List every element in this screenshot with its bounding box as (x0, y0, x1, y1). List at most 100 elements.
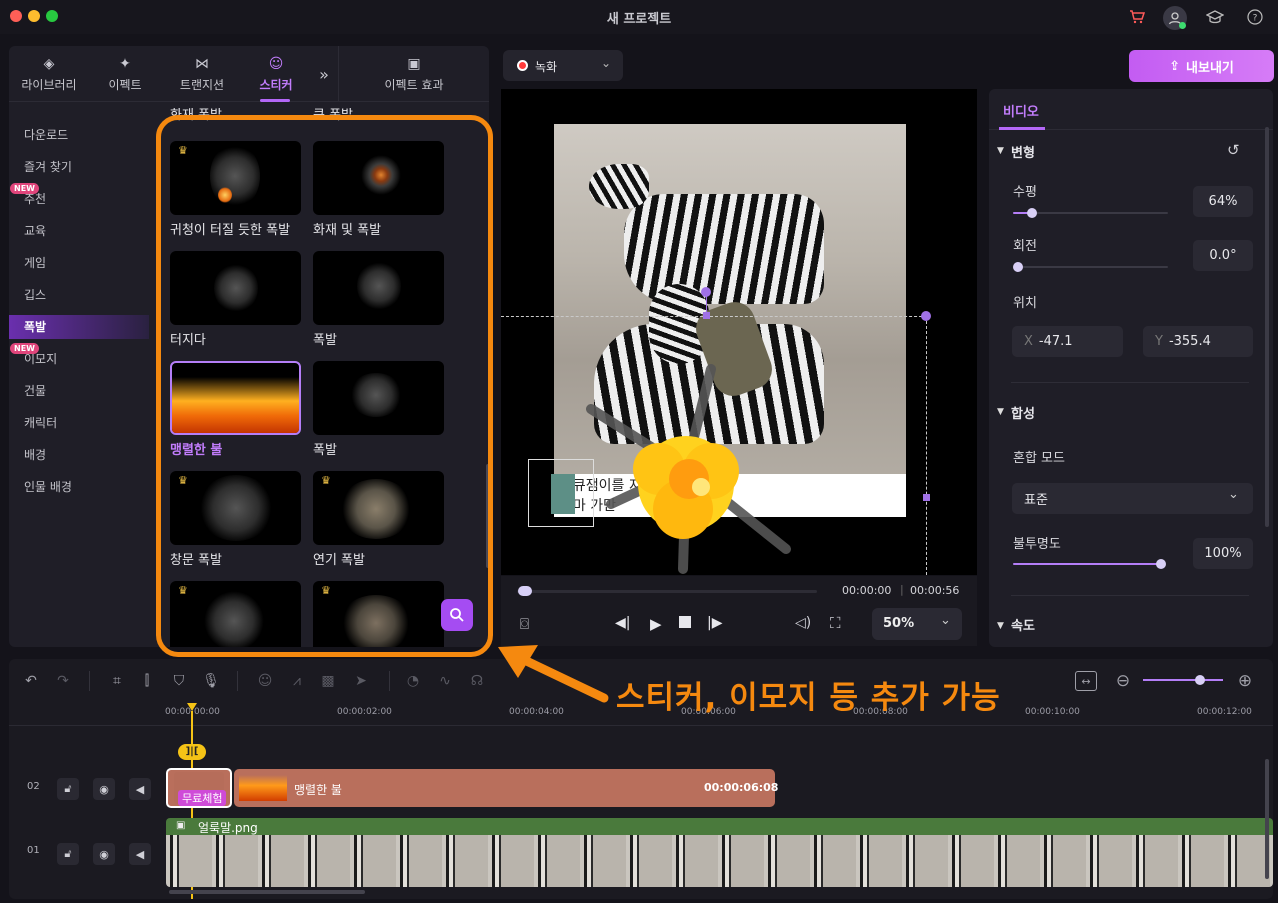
new-badge: NEW (10, 183, 39, 194)
track-number: 02 (27, 781, 40, 792)
category-explosion[interactable]: 폭발 (9, 315, 149, 339)
resize-handle[interactable] (923, 494, 930, 501)
category-favorites[interactable]: 즐겨 찾기 (9, 155, 149, 179)
category-person-background[interactable]: 인물 배경 (9, 475, 149, 499)
speaker-icon[interactable]: ◀ (129, 843, 151, 865)
panel-scrollbar[interactable] (1265, 127, 1269, 527)
collapse-triangle-icon[interactable]: ▼ (997, 407, 1004, 417)
trial-badge: 무료체험 (178, 790, 227, 806)
audio-wave-icon[interactable]: ∿ (435, 671, 455, 691)
property-tabs: 비디오 (989, 89, 1273, 130)
preview-canvas[interactable]: 다큐잼이를 지 말랬지 독마 가만 (501, 89, 977, 575)
speed-icon[interactable]: ◔ (403, 671, 423, 691)
eye-icon[interactable]: ◉ (93, 843, 115, 865)
category-building[interactable]: 건물 (9, 379, 149, 403)
lock-icon[interactable]: 🔓︎ (57, 843, 79, 865)
rotate-slider[interactable] (1013, 262, 1168, 272)
mirror-icon[interactable]: ⩘ (287, 671, 307, 691)
zoom-select[interactable]: 50% ⌄ (872, 608, 962, 640)
help-icon[interactable]: ? (1244, 6, 1266, 28)
sticker-icon: ☺ (268, 55, 284, 72)
tab-transitions[interactable]: ⋈ 트랜지션 (161, 46, 243, 102)
zoom-value: 50% (883, 616, 915, 631)
timeline-zoom-slider[interactable] (1143, 679, 1223, 681)
cart-icon[interactable] (1126, 6, 1148, 28)
zoom-in-icon[interactable]: ⊕ (1235, 671, 1255, 691)
scale-slider[interactable] (1013, 208, 1168, 218)
graduation-cap-icon[interactable] (1204, 6, 1226, 28)
position-x-input[interactable]: X -47.1 (1012, 326, 1123, 357)
speaker-icon[interactable]: ◀ (129, 778, 151, 800)
stop-icon[interactable] (679, 616, 691, 628)
split-icon[interactable]: ⫿ (137, 671, 157, 691)
collapse-triangle-icon[interactable]: ▼ (997, 146, 1004, 156)
position-y-input[interactable]: Y -355.4 (1143, 326, 1253, 357)
category-game[interactable]: 게임 (9, 251, 149, 275)
slider-knob[interactable] (1156, 559, 1166, 569)
zoom-out-icon[interactable]: ⊖ (1113, 671, 1133, 691)
rotate-handle[interactable] (701, 287, 711, 297)
reset-icon[interactable]: ↺ (1227, 141, 1240, 159)
slider-knob[interactable] (1195, 675, 1205, 685)
next-frame-icon[interactable]: |▶ (707, 615, 722, 631)
mosaic-icon[interactable]: ▩ (318, 671, 338, 691)
sticker-clip[interactable]: 맹렬한 불 00:00:06:08 (234, 769, 778, 807)
opacity-value[interactable]: 100% (1193, 538, 1253, 569)
timeline-vscrollbar[interactable] (1265, 759, 1269, 879)
export-label: 내보내기 (1186, 60, 1234, 76)
tab-library[interactable]: ◈ 라이브러리 (9, 46, 89, 102)
snapshot-camera-icon[interactable]: ⌼ (520, 615, 529, 633)
cursor-icon[interactable]: ➤ (351, 671, 371, 691)
tab-effects[interactable]: ✦ 이펙트 (89, 46, 161, 102)
ruler-label: 00:00:12:00 (1197, 707, 1252, 717)
progress-knob[interactable] (518, 586, 532, 596)
sticker-clip-selected[interactable]: 무료체험 (166, 768, 232, 808)
voice-icon[interactable]: ☊ (467, 671, 487, 691)
undo-icon[interactable]: ↶ (21, 671, 41, 691)
category-download[interactable]: 다운로드 (9, 123, 149, 147)
blend-mode-select[interactable]: 표준 ⌄ (1012, 483, 1253, 514)
prev-frame-icon[interactable]: ◀| (615, 615, 630, 631)
progress-track[interactable] (517, 590, 817, 593)
tab-video[interactable]: 비디오 (1003, 101, 1039, 120)
image-clip[interactable]: ▣ 얼룩말.png (166, 818, 1273, 887)
crop-icon[interactable]: ⌗ (107, 671, 127, 691)
play-icon[interactable]: ▶ (650, 615, 662, 633)
rotate-value[interactable]: 0.0° (1193, 240, 1253, 271)
eye-icon[interactable]: ◉ (93, 778, 115, 800)
current-time: 00:00:00 (842, 584, 892, 597)
record-icon (517, 60, 528, 71)
corner-handle[interactable] (921, 311, 931, 321)
fit-timeline-icon[interactable]: ↔ (1075, 671, 1097, 691)
timeline-scrollbar[interactable] (169, 890, 365, 894)
chevron-down-icon: ⌄ (940, 613, 951, 628)
window-title: 새 프로젝트 (606, 12, 672, 27)
opacity-label: 불투명도 (1013, 537, 1061, 552)
marker-icon[interactable]: ⛉ (169, 671, 189, 691)
category-character[interactable]: 캐릭터 (9, 411, 149, 435)
slider-knob[interactable] (1013, 262, 1023, 272)
redo-icon[interactable]: ↷ (53, 671, 73, 691)
tab-effect-store[interactable]: ▣ 이펙트 효과 (339, 46, 489, 102)
fullscreen-icon[interactable]: ⛶ (830, 614, 841, 632)
record-dropdown[interactable]: 녹화 ⌄ (503, 50, 623, 81)
scale-value[interactable]: 64% (1193, 186, 1253, 217)
opacity-slider[interactable] (1013, 559, 1166, 569)
resize-handle[interactable] (703, 312, 710, 319)
category-gifs[interactable]: 깁스 (9, 283, 149, 307)
category-education[interactable]: 교육 (9, 219, 149, 243)
slider-knob[interactable] (1027, 208, 1037, 218)
lock-icon[interactable]: 🔓︎ (57, 778, 79, 800)
account-icon[interactable] (1163, 6, 1187, 30)
microphone-icon[interactable]: 🎙 (201, 671, 221, 691)
tab-stickers[interactable]: ☺ 스티커 (243, 46, 309, 102)
section-transform: 변형 (1011, 146, 1035, 161)
category-background[interactable]: 배경 (9, 443, 149, 467)
more-tabs-chevron-icon[interactable]: » (311, 46, 337, 102)
collapse-triangle-icon[interactable]: ▼ (997, 621, 1004, 631)
export-button[interactable]: ⇪ 내보내기 (1129, 50, 1274, 82)
playhead-split-tag[interactable]: ]|[ (178, 744, 206, 760)
volume-icon[interactable]: ◁) (795, 615, 811, 631)
explosion-sticker[interactable] (571, 359, 801, 579)
face-icon[interactable]: ☺ (255, 671, 275, 691)
